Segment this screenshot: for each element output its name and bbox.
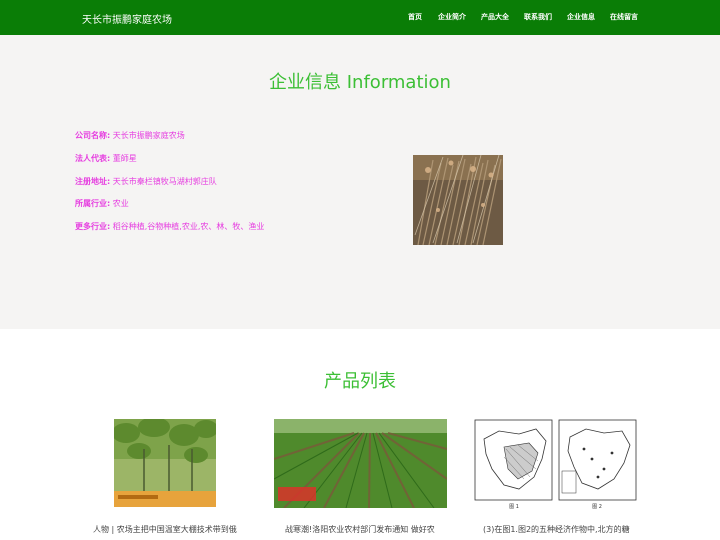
info-value: 稻谷种植,谷物种植,农业,农、林、牧、渔业 (112, 222, 265, 231)
info-row-company-name: 公司名称: 天长市振鹏家庭农场 (75, 130, 185, 142)
product-caption-3[interactable]: (3)在图1.图2的五种经济作物中,北方的糖 (483, 524, 630, 535)
info-label: 所属行业: (75, 199, 111, 208)
info-label: 更多行业: (75, 222, 111, 231)
product-image-field[interactable] (274, 419, 447, 508)
info-value: 董師星 (112, 154, 137, 163)
info-row-legal-rep: 法人代表: 董師星 (75, 153, 137, 165)
info-row-address: 注册地址: 天长市秦栏镇牧马湖村郭庄队 (75, 176, 217, 188)
info-label: 注册地址: (75, 177, 111, 186)
product-image-greenhouse[interactable] (114, 419, 216, 507)
map-label-2: 图 2 (592, 504, 602, 510)
info-value: 农业 (112, 199, 129, 208)
info-row-industry: 所属行业: 农业 (75, 198, 129, 210)
top-navbar: 天长市振鹏家庭农场 首页 企业简介 产品大全 联系我们 企业信息 在线留言 (0, 0, 720, 35)
company-info-title: 企业信息 Information (269, 72, 451, 93)
company-photo (413, 155, 503, 245)
main-nav: 首页 企业简介 产品大全 联系我们 企业信息 在线留言 (0, 12, 720, 24)
nav-company-info[interactable]: 企业信息 (567, 12, 595, 22)
info-label: 公司名称: (75, 131, 111, 140)
info-value: 天长市振鹏家庭农场 (112, 131, 185, 140)
map-label-1: 图 1 (509, 504, 519, 510)
nav-products[interactable]: 产品大全 (481, 12, 509, 22)
product-caption-1[interactable]: 人物 | 农场主把中国温室大棚技术带到俄 (93, 524, 237, 535)
info-label: 法人代表: (75, 154, 111, 163)
product-caption-2[interactable]: 战寒潮!洛阳农业农村部门发布通知 做好农 (285, 524, 435, 535)
info-value: 天长市秦栏镇牧马湖村郭庄队 (112, 177, 217, 186)
nav-contact[interactable]: 联系我们 (524, 12, 552, 22)
product-image-maps[interactable]: 图 1 图 2 (474, 419, 637, 511)
info-row-more-industry: 更多行业: 稻谷种植,谷物种植,农业,农、林、牧、渔业 (75, 221, 264, 233)
nav-message[interactable]: 在线留言 (610, 12, 638, 22)
products-title: 产品列表 (324, 371, 396, 392)
nav-home[interactable]: 首页 (408, 12, 422, 22)
company-info-section: 企业信息 Information 公司名称: 天长市振鹏家庭农场 法人代表: 董… (0, 35, 720, 329)
nav-about[interactable]: 企业简介 (438, 12, 466, 22)
